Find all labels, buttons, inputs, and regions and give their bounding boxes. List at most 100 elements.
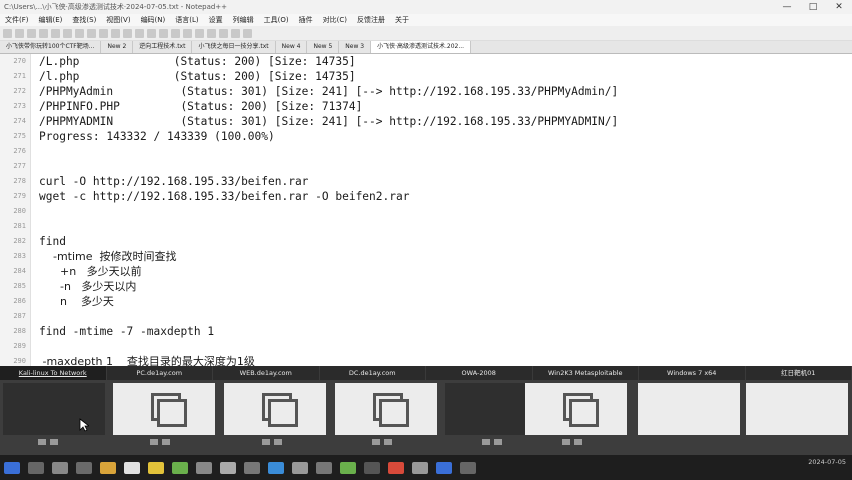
print-icon[interactable]	[63, 28, 72, 38]
vm-console-icon[interactable]	[372, 439, 380, 445]
tab-new-4[interactable]: New 4	[276, 41, 308, 53]
line-text: /PHPMyAdmin (Status: 301) [Size: 241] [-…	[39, 85, 619, 98]
vm-tab-dc[interactable]: DC.de1ay.com	[320, 366, 426, 380]
text-editor[interactable]: 270/L.php (Status: 200) [Size: 14735] 27…	[0, 54, 852, 366]
menu-view[interactable]: 视图(V)	[101, 15, 135, 25]
sync-scroll-icon[interactable]	[183, 28, 192, 38]
minimize-button[interactable]: —	[774, 0, 800, 14]
vm-power-icon[interactable]	[384, 439, 392, 445]
vm-tab-pc[interactable]: PC.de1ay.com	[107, 366, 213, 380]
app-v-icon[interactable]	[124, 461, 140, 474]
line-number: 282	[13, 237, 26, 245]
zoom-in-icon[interactable]	[159, 28, 168, 38]
vm-thumbnail-win7[interactable]	[638, 383, 740, 435]
vm-thumbnail-win2k3[interactable]	[525, 383, 627, 435]
close-file-icon[interactable]	[51, 28, 60, 38]
editor-line: 271/l.php (Status: 200) [Size: 14735]	[0, 69, 852, 84]
system-clock[interactable]: 2024-07-05	[808, 457, 846, 467]
vm-console-icon[interactable]	[562, 439, 570, 445]
menu-feedback[interactable]: 反馈注册	[352, 15, 390, 25]
open-file-icon[interactable]	[15, 28, 24, 38]
tab-ctf-notes[interactable]: 小飞侠带你玩转100个CTF靶场...	[0, 41, 102, 53]
vm-controls	[262, 439, 282, 447]
notepadpp-icon[interactable]	[340, 461, 356, 474]
paint-icon[interactable]	[196, 461, 212, 474]
vm-tab-owa[interactable]: OWA-2008	[426, 366, 533, 380]
vscode-icon[interactable]	[436, 461, 452, 474]
vm-tab-hongri[interactable]: 红日靶机01	[746, 366, 852, 380]
maximize-button[interactable]: □	[800, 0, 826, 14]
tab-new-2[interactable]: New 2	[101, 41, 134, 53]
vm-thumbnail-hongri[interactable]	[746, 383, 848, 435]
vm-console-icon[interactable]	[482, 439, 490, 445]
vm-power-icon[interactable]	[162, 439, 170, 445]
chart-icon[interactable]	[172, 461, 188, 474]
menu-about[interactable]: 关于	[390, 15, 414, 25]
menu-settings[interactable]: 设置	[204, 15, 228, 25]
menu-tools[interactable]: 工具(O)	[259, 15, 294, 25]
save-icon[interactable]	[27, 28, 36, 38]
app-gray-icon[interactable]	[412, 461, 428, 474]
app-icon[interactable]	[244, 461, 260, 474]
vm-thumbnail-pc[interactable]	[113, 383, 215, 435]
indent-guide-icon[interactable]	[219, 28, 228, 38]
word-wrap-icon[interactable]	[195, 28, 204, 38]
close-button[interactable]: ✕	[826, 0, 852, 14]
settings-icon[interactable]	[292, 461, 308, 474]
vm-power-icon[interactable]	[494, 439, 502, 445]
tab-daily-tip[interactable]: 小飞侠之每日一技分享.txt	[192, 41, 276, 53]
widgets-icon[interactable]	[76, 461, 92, 474]
start-icon[interactable]	[4, 461, 20, 474]
line-number: 278	[13, 177, 26, 185]
paste-icon[interactable]	[99, 28, 108, 38]
replace-icon[interactable]	[147, 28, 156, 38]
macro-record-icon[interactable]	[231, 28, 240, 38]
copy-icon[interactable]	[87, 28, 96, 38]
cut-icon[interactable]	[75, 28, 84, 38]
menu-encoding[interactable]: 编码(N)	[136, 15, 171, 25]
vm-workstation-icon[interactable]	[220, 461, 236, 474]
tab-reverse-engineering[interactable]: 逆向工程技术.txt	[133, 41, 193, 53]
zoom-out-icon[interactable]	[171, 28, 180, 38]
menu-file[interactable]: 文件(F)	[0, 15, 34, 25]
vm-thumbnail-dc[interactable]	[335, 383, 437, 435]
vm-tab-win7[interactable]: Windows 7 x64	[639, 366, 746, 380]
show-all-chars-icon[interactable]	[207, 28, 216, 38]
undo-icon[interactable]	[111, 28, 120, 38]
tab-new-5[interactable]: New 5	[307, 41, 340, 53]
save-all-icon[interactable]	[39, 28, 48, 38]
new-file-icon[interactable]	[3, 28, 12, 38]
terminal-icon[interactable]	[316, 461, 332, 474]
redo-icon[interactable]	[123, 28, 132, 38]
vm-console-icon[interactable]	[150, 439, 158, 445]
tab-new-3[interactable]: New 3	[339, 41, 372, 53]
find-icon[interactable]	[135, 28, 144, 38]
vm-power-icon[interactable]	[274, 439, 282, 445]
edge-icon[interactable]	[268, 461, 284, 474]
vm-thumbnail-kali[interactable]	[3, 383, 105, 435]
vm-console-icon[interactable]	[262, 439, 270, 445]
menu-compare[interactable]: 对比(C)	[318, 15, 352, 25]
vm-tab-win2k3[interactable]: Win2K3 Metasploitable	[533, 366, 639, 380]
menu-edit[interactable]: 编辑(E)	[34, 15, 68, 25]
tab-pentest-notes[interactable]: 小飞侠·高级渗透测试技术.202...	[371, 41, 472, 53]
toolbar	[0, 26, 852, 41]
vm-console-icon[interactable]	[38, 439, 46, 445]
file-explorer-icon[interactable]	[100, 461, 116, 474]
menu-language[interactable]: 语言(L)	[170, 15, 203, 25]
macro-play-icon[interactable]	[243, 28, 252, 38]
search-icon[interactable]	[52, 461, 68, 474]
taskview-icon[interactable]	[28, 461, 44, 474]
vm-tab-web[interactable]: WEB.de1ay.com	[213, 366, 320, 380]
app-red-icon[interactable]	[388, 461, 404, 474]
vm-thumbnail-web[interactable]	[224, 383, 326, 435]
folder-icon[interactable]	[148, 461, 164, 474]
menu-plugins[interactable]: 插件	[294, 15, 318, 25]
menu-search[interactable]: 查找(S)	[67, 15, 101, 25]
menu-column-edit[interactable]: 列编辑	[228, 15, 259, 25]
vm-power-icon[interactable]	[50, 439, 58, 445]
app-dark-icon[interactable]	[460, 461, 476, 474]
vm-tab-kali[interactable]: Kali-linux To Network	[0, 366, 107, 380]
capture-icon[interactable]	[364, 461, 380, 474]
vm-power-icon[interactable]	[574, 439, 582, 445]
